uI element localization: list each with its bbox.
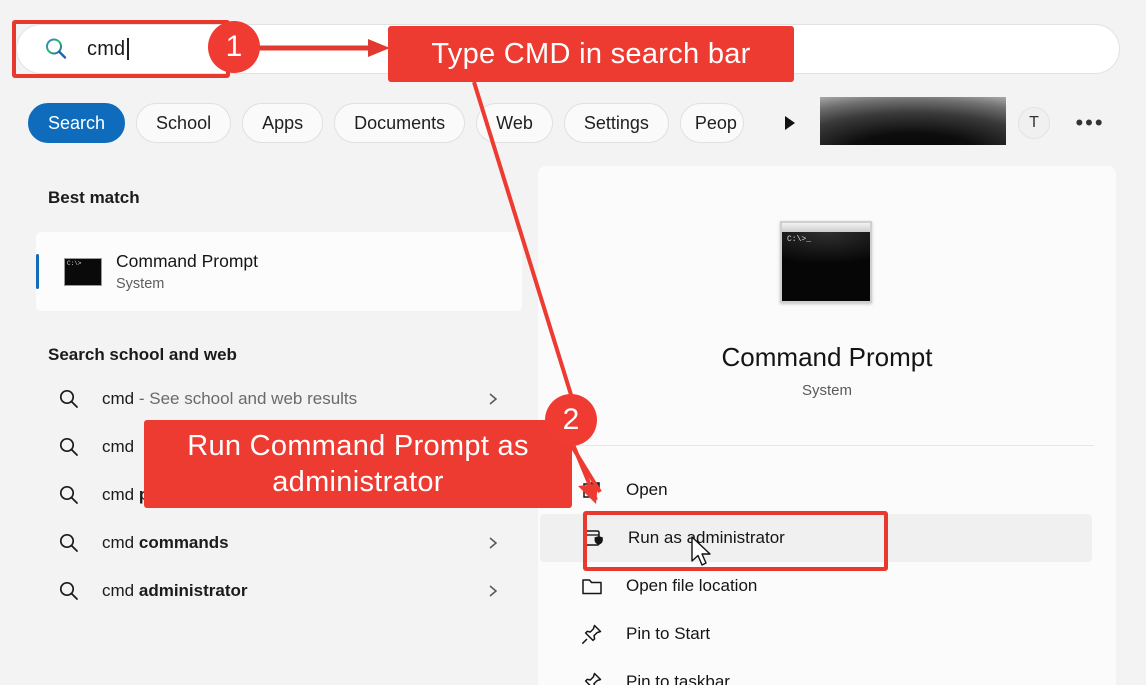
suggestion-suffix: commands [138,533,229,552]
list-item[interactable]: cmd prompt [36,471,522,519]
tab-label: Settings [583,112,649,133]
suggestion-note: - See school and web results [138,389,358,408]
search-icon [43,36,69,62]
more-options-button[interactable]: ••• [1072,110,1108,136]
more-options-label: ••• [1075,110,1105,135]
list-item[interactable]: cmd [36,423,522,471]
tab-documents[interactable]: Documents [334,103,466,143]
search-query-value: cmd [87,37,126,60]
action-label: Pin to taskbar [626,672,730,685]
tab-web[interactable]: Web [476,103,553,143]
suggestion-list: cmd - See school and web results cmd cmd… [36,375,522,615]
suggestion-suffix: administrator [138,581,248,600]
best-match-heading: Best match [48,188,140,207]
tab-apps[interactable]: Apps [242,103,324,143]
detail-panel: C:\>_ Command Prompt System Open [538,166,1116,685]
suggestion-query: cmd [102,485,135,504]
tab-school[interactable]: School [136,103,232,143]
list-item[interactable]: cmd administrator [36,567,522,615]
action-label: Open file location [626,576,758,595]
redacted-preview-thumbnail [820,97,1006,145]
chevron-right-icon [486,584,500,598]
suggestion-query: cmd [102,389,135,408]
suggestion-query: cmd [102,581,135,600]
chevron-right-icon [486,536,500,550]
action-list: Open Run as administrator Open file loca… [538,466,1116,685]
text-caret [127,38,129,60]
action-open[interactable]: Open [538,466,1116,514]
chevron-right-icon [486,392,500,406]
suggestion-query: cmd [102,533,135,552]
tab-label: School [156,112,212,133]
command-prompt-large-icon: C:\>_ [780,221,872,303]
suggestion-query: cmd [102,437,135,456]
suggestion-label: cmd commands [102,533,229,553]
action-label: Pin to Start [626,624,711,643]
action-run-as-administrator[interactable]: Run as administrator [540,514,1092,562]
command-prompt-icon [64,257,102,286]
page-subtitle: System [801,382,852,399]
windows-search-flyout: cmd Search School Apps Documents Web Set… [0,0,1146,685]
suggestion-suffix: prompt [138,485,198,504]
avatar-initial: T [1029,114,1039,131]
tab-settings[interactable]: Settings [563,103,669,143]
tab-label: Apps [262,112,304,133]
results-column: Best match Command Prompt System Search … [0,160,538,685]
suggestion-label: cmd administrator [102,581,248,601]
tab-search[interactable]: Search [28,103,126,143]
search-icon [58,532,80,554]
search-query-text: cmd [87,38,129,61]
page-title: Command Prompt [721,342,933,372]
action-pin-to-taskbar[interactable]: Pin to taskbar [538,658,1116,685]
suggestion-label: cmd [102,437,134,457]
tab-people[interactable]: Peop [679,103,744,143]
tab-label: Search [48,112,106,133]
action-label: Open [626,480,668,499]
divider [560,445,1094,446]
search-input[interactable]: cmd [16,24,1120,74]
icon-sheen [782,232,870,278]
pin-outline-icon [580,670,604,685]
suggestion-label: cmd prompt [102,485,197,505]
selection-indicator [36,254,39,289]
action-pin-to-start[interactable]: Pin to Start [538,610,1116,658]
best-match-subtitle: System [116,275,165,292]
best-match-result[interactable]: Command Prompt System [36,232,522,311]
icon-titlebar [782,223,870,232]
open-external-icon [580,478,604,502]
tab-label: Peop [694,112,737,133]
list-item[interactable]: cmd commands [36,519,522,567]
best-match-text: Command Prompt System [116,250,258,294]
search-icon [58,484,80,506]
search-icon [58,436,80,458]
shield-admin-icon [582,526,606,550]
folder-icon [580,574,604,598]
filter-tab-row: Search School Apps Documents Web Setting… [28,103,744,143]
tabs-next-arrow-icon[interactable] [776,110,802,136]
tab-label: Documents [354,112,446,133]
mouse-cursor [691,536,715,575]
best-match-title: Command Prompt [116,250,258,271]
action-open-file-location[interactable]: Open file location [538,562,1116,610]
suggestion-label: cmd - See school and web results [102,389,357,409]
search-icon [58,580,80,602]
list-item[interactable]: cmd - See school and web results [36,375,522,423]
search-icon [58,388,80,410]
search-web-heading: Search school and web [48,345,237,364]
tab-label: Web [496,112,533,133]
chevron-right-icon [486,488,500,502]
pin-filled-icon [580,622,604,646]
avatar[interactable]: T [1018,107,1050,139]
